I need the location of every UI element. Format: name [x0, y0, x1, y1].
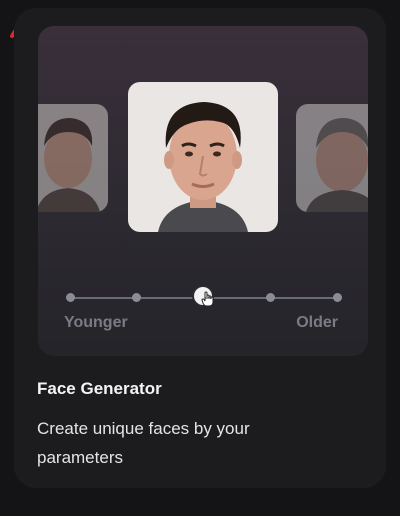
age-slider-thumb[interactable] — [194, 287, 214, 307]
card-title: Face Generator — [37, 379, 162, 398]
card-description: Create unique faces by your parameters — [37, 419, 250, 467]
slider-max-label: Older — [296, 314, 338, 331]
age-slider-step[interactable] — [66, 293, 75, 302]
hand-pointer-icon — [201, 291, 214, 307]
age-slider-step[interactable] — [333, 293, 342, 302]
age-slider-step[interactable] — [132, 293, 141, 302]
slider-min-label: Younger — [64, 314, 128, 331]
age-slider[interactable] — [66, 287, 342, 308]
age-slider-step[interactable] — [266, 293, 275, 302]
face-younger-thumbnail — [38, 104, 108, 212]
face-older-thumbnail — [296, 104, 368, 212]
face-main-photo — [128, 82, 278, 232]
face-preview: Younger Older — [38, 26, 368, 356]
